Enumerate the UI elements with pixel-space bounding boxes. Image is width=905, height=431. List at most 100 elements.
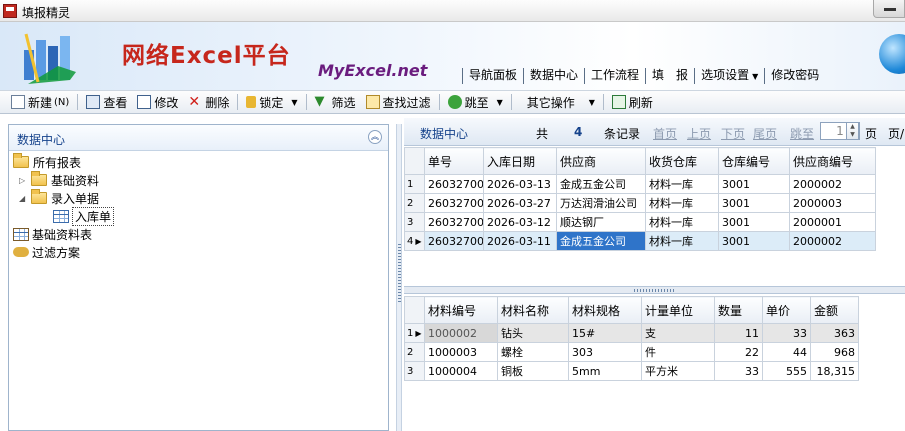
table-cell[interactable]: 3001 — [718, 174, 790, 194]
table-cell[interactable]: 260327003 — [424, 193, 484, 213]
table-row[interactable]: 1 260327004 2026-03-13 金成五金公司 材料一库 3001 … — [404, 174, 876, 194]
table-cell[interactable]: 2000001 — [789, 212, 876, 232]
table-cell[interactable]: 2026-03-13 — [483, 174, 557, 194]
collapse-tree-icon[interactable]: ◢ — [19, 194, 31, 203]
tree-node-filter-schemes[interactable]: 过滤方案 — [13, 243, 80, 261]
table-cell[interactable]: 555 — [762, 361, 811, 381]
tree-node-all-reports[interactable]: 所有报表 — [13, 153, 81, 171]
table-cell[interactable]: 铜板 — [497, 361, 569, 381]
find-filter-button[interactable]: 查找过滤 — [361, 91, 436, 113]
table-cell[interactable]: 材料一库 — [645, 231, 719, 251]
table-cell[interactable]: 22 — [714, 342, 763, 362]
table-cell[interactable]: 顺达钢厂 — [556, 212, 646, 232]
table-cell[interactable]: 18,315 — [810, 361, 859, 381]
table-cell[interactable]: 支 — [641, 323, 715, 343]
column-header[interactable]: 金额 — [810, 296, 859, 324]
nav-options[interactable]: 选项设置 ▼ — [694, 68, 764, 84]
nav-data-center[interactable]: 数据中心 — [523, 68, 584, 84]
column-header[interactable]: 数量 — [714, 296, 763, 324]
column-header[interactable]: 供应商 — [556, 147, 646, 175]
jump-page-link[interactable]: 跳至 — [790, 125, 814, 142]
table-cell[interactable]: 件 — [641, 342, 715, 362]
table-cell[interactable]: 260327002 — [424, 212, 484, 232]
tree-node-inbound-doc[interactable]: 入库单 — [53, 206, 115, 226]
column-header[interactable]: 供应商编号 — [789, 147, 876, 175]
nav-change-password[interactable]: 修改密码 — [764, 68, 825, 84]
table-cell[interactable]: 材料一库 — [645, 174, 719, 194]
table-cell[interactable]: 3001 — [718, 231, 790, 251]
edit-button[interactable]: 修改 — [132, 91, 183, 113]
goto-button[interactable]: 跳至 ▼ — [443, 91, 508, 113]
page-spinner[interactable]: ▲ ▼ — [846, 122, 859, 140]
table-row[interactable]: 2 1000003 螺栓 303 件 22 44 968 — [404, 342, 859, 362]
column-header[interactable]: 仓库编号 — [718, 147, 790, 175]
expand-icon[interactable]: ▷ — [19, 176, 31, 185]
first-page-link[interactable]: 首页 — [653, 125, 677, 142]
tree-node-basic-data[interactable]: ▷ 基础资料 — [19, 171, 99, 189]
table-row[interactable]: 2 260327003 2026-03-27 万达润滑油公司 材料一库 3001… — [404, 193, 876, 213]
collapse-icon[interactable]: ︽ — [368, 130, 382, 144]
table-cell[interactable]: 2000003 — [789, 193, 876, 213]
grid-splitter[interactable] — [404, 286, 905, 294]
table-cell[interactable]: 11 — [714, 323, 763, 343]
table-row[interactable]: 3 260327002 2026-03-12 顺达钢厂 材料一库 3001 20… — [404, 212, 876, 232]
refresh-button[interactable]: 刷新 — [607, 91, 658, 113]
table-row-selected[interactable]: 1 ▶ 1000002 钻头 15# 支 11 33 363 — [404, 323, 859, 343]
delete-button[interactable]: ✕ 删除 — [183, 91, 234, 113]
table-cell[interactable]: 平方米 — [641, 361, 715, 381]
column-header[interactable]: 材料编号 — [424, 296, 498, 324]
table-cell[interactable]: 33 — [714, 361, 763, 381]
nav-fill-report[interactable]: 填 报 — [645, 68, 694, 84]
other-actions-button[interactable]: 其它操作 ▼ — [515, 91, 600, 113]
table-cell[interactable]: 1000003 — [424, 342, 498, 362]
table-cell[interactable]: 3001 — [718, 193, 790, 213]
tree-node-basic-tables[interactable]: 基础资料表 — [13, 225, 92, 243]
table-cell[interactable]: 万达润滑油公司 — [556, 193, 646, 213]
table-cell[interactable]: 钻头 — [497, 323, 569, 343]
panel-splitter[interactable] — [396, 124, 402, 431]
prev-page-link[interactable]: 上页 — [687, 125, 711, 142]
column-header[interactable]: 收货仓库 — [645, 147, 719, 175]
table-cell[interactable]: 2026-03-12 — [483, 212, 557, 232]
table-cell[interactable]: 螺栓 — [497, 342, 569, 362]
table-cell[interactable]: 材料一库 — [645, 212, 719, 232]
new-button[interactable]: 新建 (N) — [6, 91, 74, 113]
table-cell[interactable]: 2000002 — [789, 174, 876, 194]
focused-cell[interactable]: 金成五金公司 — [556, 231, 646, 251]
table-cell[interactable]: 2000002 — [789, 231, 876, 251]
column-header[interactable]: 单价 — [762, 296, 811, 324]
table-cell[interactable]: 2026-03-27 — [483, 193, 557, 213]
toolbar-separator — [305, 94, 307, 110]
nav-workflow[interactable]: 工作流程 — [584, 68, 645, 84]
table-cell[interactable]: 1000002 — [424, 323, 498, 343]
column-header[interactable]: 单号 — [424, 147, 484, 175]
table-cell[interactable]: 1000004 — [424, 361, 498, 381]
table-row-selected[interactable]: 4▶ 260327001 2026-03-11 金成五金公司 材料一库 3001… — [404, 231, 876, 251]
view-button[interactable]: 查看 — [81, 91, 132, 113]
table-cell[interactable]: 33 — [762, 323, 811, 343]
table-cell[interactable]: 44 — [762, 342, 811, 362]
table-cell[interactable]: 金成五金公司 — [556, 174, 646, 194]
table-cell[interactable]: 968 — [810, 342, 859, 362]
table-cell[interactable]: 303 — [568, 342, 642, 362]
table-cell[interactable]: 15# — [568, 323, 642, 343]
table-cell[interactable]: 材料一库 — [645, 193, 719, 213]
table-cell[interactable]: 5mm — [568, 361, 642, 381]
table-cell[interactable]: 3001 — [718, 212, 790, 232]
column-header[interactable]: 入库日期 — [483, 147, 557, 175]
lock-button[interactable]: 锁定 ▼ — [241, 91, 302, 113]
table-cell[interactable]: 2026-03-11 — [483, 231, 557, 251]
column-header[interactable]: 材料规格 — [568, 296, 642, 324]
column-header[interactable]: 材料名称 — [497, 296, 569, 324]
next-page-link[interactable]: 下页 — [721, 125, 745, 142]
table-cell[interactable]: 363 — [810, 323, 859, 343]
table-row[interactable]: 3 1000004 铜板 5mm 平方米 33 555 18,315 — [404, 361, 859, 381]
last-page-link[interactable]: 尾页 — [753, 125, 777, 142]
table-cell[interactable]: 260327004 — [424, 174, 484, 194]
tree-node-entry-docs[interactable]: ◢ 录入单据 — [19, 189, 99, 207]
filter-button[interactable]: ▼ 筛选 — [310, 91, 361, 113]
minimize-button[interactable] — [873, 0, 905, 18]
nav-dashboard[interactable]: 导航面板 — [462, 68, 523, 84]
table-cell[interactable]: 260327001 — [424, 231, 484, 251]
column-header[interactable]: 计量单位 — [641, 296, 715, 324]
